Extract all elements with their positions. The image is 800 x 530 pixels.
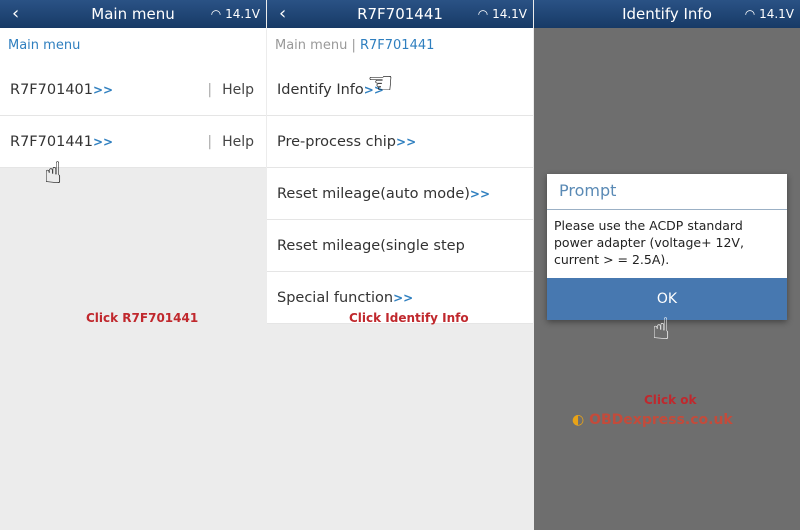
panel-identify-info: Identify Info ◠ 14.1V Prompt Please use … [534, 0, 800, 530]
header-title: Main menu [91, 5, 175, 23]
arrow: >> [469, 187, 491, 201]
dialog-message: Please use the ACDP standard power adapt… [554, 218, 744, 267]
list-item[interactable]: Reset mileage(auto mode)>> [267, 168, 533, 220]
caption: Click ok [644, 393, 697, 407]
list-item[interactable]: R7F701401>> Help [0, 64, 266, 116]
item-label: R7F701441 [10, 134, 93, 150]
pointing-hand-icon: ☝ [652, 312, 671, 347]
voltage: 14.1V [225, 7, 260, 21]
item-label: Identify Info [277, 82, 364, 98]
breadcrumb-item[interactable]: Main menu [275, 38, 347, 53]
arrow: >> [396, 135, 417, 149]
header: ‹ Main menu ◠ 14.1V [0, 0, 266, 28]
watermark-logo: ◐ OBDexpress.co.uk [572, 412, 733, 428]
item-label: R7F701401 [10, 82, 93, 98]
list-item[interactable]: Pre-process chip>> [267, 116, 533, 168]
panel-main-menu: ‹ Main menu ◠ 14.1V Main menu R7F701401>… [0, 0, 266, 530]
pointing-hand-icon: ☜ [367, 66, 394, 101]
caption: Click R7F701441 [86, 311, 199, 325]
list-item[interactable]: Identify Info>> [267, 64, 533, 116]
breadcrumb-item[interactable]: R7F701441 [360, 38, 434, 53]
header-title: R7F701441 [357, 5, 443, 23]
item-label: Reset mileage(auto mode) [277, 186, 470, 202]
list-item[interactable]: R7F701441>> Help [0, 116, 266, 168]
wifi-icon: ◠ [744, 7, 756, 21]
dialog-title: Prompt [547, 174, 787, 210]
status: ◠ 14.1V [211, 0, 260, 28]
item-label: Pre-process chip [277, 134, 397, 150]
list-item[interactable]: Reset mileage(single step mode)>> [267, 220, 533, 306]
header: ‹ R7F701441 ◠ 14.1V [267, 0, 533, 28]
back-icon[interactable]: ‹ [279, 0, 286, 28]
panel-r7f701441: ‹ R7F701441 ◠ 14.1V Main menu | R7F70144… [267, 0, 533, 530]
voltage: 14.1V [759, 7, 794, 21]
caption: Click Identify Info [349, 311, 469, 325]
help-link[interactable]: Help [207, 116, 254, 168]
breadcrumb: Main menu | R7F701441 [267, 28, 533, 64]
pointing-hand-icon: ☝ [44, 156, 63, 191]
back-icon[interactable]: ‹ [12, 0, 19, 28]
prompt-dialog: Prompt Please use the ACDP standard powe… [547, 174, 787, 320]
header-title: Identify Info [622, 5, 712, 23]
wifi-icon: ◠ [477, 7, 489, 21]
header: Identify Info ◠ 14.1V [534, 0, 800, 28]
status: ◠ 14.1V [745, 0, 794, 28]
separator: | [347, 38, 360, 53]
arrow: >> [393, 291, 414, 305]
help-link[interactable]: Help [207, 64, 254, 116]
arrow: >> [93, 83, 114, 97]
wifi-icon: ◠ [210, 7, 222, 21]
item-label: Special function [277, 290, 394, 306]
arrow: >> [93, 135, 114, 149]
voltage: 14.1V [492, 7, 527, 21]
breadcrumb-item[interactable]: Main menu [8, 38, 80, 53]
status: ◠ 14.1V [478, 0, 527, 28]
breadcrumb: Main menu [0, 28, 266, 64]
